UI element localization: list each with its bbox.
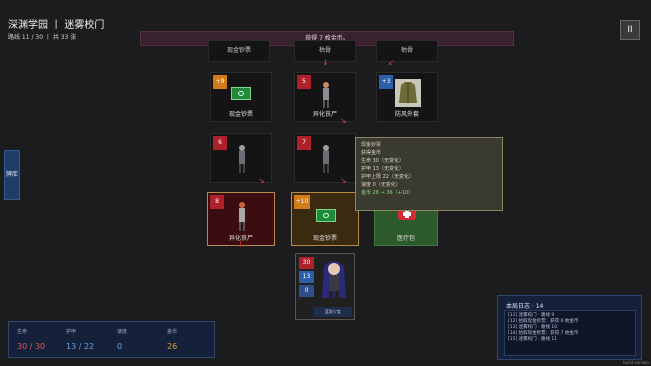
card-windbreaker-badge: +3 <box>379 75 393 89</box>
jacket-icon <box>395 79 421 107</box>
card-cash-selected-badge: +10 <box>294 195 310 209</box>
cash-icon <box>316 209 336 222</box>
card-cash-badge: +9 <box>213 75 227 89</box>
card-medkit-label: 医疗包 <box>396 235 415 242</box>
card-mutant-zombie-badge: 5 <box>297 75 311 89</box>
run-log-panel: 本局日志 · 14 [11] 迷雾校门 · 路线 9 [12] 拾取现金钞票：获… <box>497 295 642 360</box>
card-cash-label: 现金钞票 <box>228 111 253 118</box>
route-progress: 路线 11 / 30 丨 共 33 张 <box>8 34 77 41</box>
pause-button[interactable]: II <box>620 20 640 40</box>
player-armor-badge: 13 <box>299 271 314 283</box>
card-mutant-zombie[interactable]: 5 异化丧尸 <box>294 72 356 122</box>
stats-panel: 生命 护甲 速度 金币 30 / 30 13 / 22 0 26 <box>8 321 215 358</box>
player-speed-badge: 0 <box>299 285 314 297</box>
path-arrow-down-icon: ↓ <box>322 58 329 67</box>
log-line: [15] 迷雾校门 · 路线 11 <box>508 337 558 342</box>
tooltip-line: 金币 26 → 36（+10） <box>361 190 414 196</box>
path-arrow-diag-icon: ↙ <box>388 58 395 67</box>
card-zombie-2-badge: 7 <box>297 136 311 150</box>
deck-tab[interactable]: 牌库 <box>4 150 20 200</box>
zombie-icon <box>323 145 329 173</box>
cash-icon <box>231 87 251 100</box>
path-arrow-right-icon: ↘ <box>340 116 347 125</box>
stat-value-gold: 26 <box>167 342 178 351</box>
run-log-list[interactable]: [11] 迷雾校门 · 路线 9 [12] 拾取现金钞票：获得 6 枚金币 [1… <box>504 310 636 356</box>
card-top-cash-label: 现金钞票 <box>226 47 251 54</box>
tooltip-line: 生命 30（无变化） <box>361 158 404 164</box>
zombie-icon <box>323 82 329 108</box>
tooltip-line: 获得金币 <box>361 150 382 156</box>
card-zombie-1-badge: 6 <box>213 136 227 150</box>
card-top-bone-1-label: 枯骨 <box>318 47 331 54</box>
tooltip-line: 护甲 13（无变化） <box>361 166 404 172</box>
card-top-bone-2-label: 枯骨 <box>400 47 413 54</box>
tooltip-line: 护甲上限 22（无变化） <box>361 174 414 180</box>
card-windbreaker[interactable]: +3 防风外套 <box>376 72 438 122</box>
card-cash-selected-label: 现金钞票 <box>312 235 337 242</box>
card-windbreaker-label: 防风外套 <box>394 111 419 118</box>
player-hp-badge: 30 <box>299 257 314 269</box>
card-cash[interactable]: +9 现金钞票 <box>210 72 272 122</box>
card-mutant-zombie-selected-badge: 8 <box>210 195 224 209</box>
path-arrow-diag-icon: ↘ <box>340 176 347 185</box>
zombie-icon <box>239 145 245 173</box>
stat-label-armor: 护甲 <box>66 329 77 335</box>
stat-value-hp: 30 / 30 <box>17 342 46 351</box>
build-version-text: build version <box>623 360 649 365</box>
zombie-icon <box>239 202 245 231</box>
player-name-plate: 蓝发少女 <box>314 307 352 317</box>
stat-label-gold: 金币 <box>167 329 178 335</box>
card-mutant-zombie-selected[interactable]: 8 异化丧尸 <box>207 192 275 246</box>
game-title: 深渊学园 丨 迷雾校门 <box>8 20 105 31</box>
tooltip-line: 现金钞票 <box>361 142 382 148</box>
stat-label-hp: 生命 <box>17 329 28 335</box>
stat-value-armor: 13 / 22 <box>66 342 95 351</box>
stat-label-speed: 速度 <box>117 329 128 335</box>
card-tooltip: 现金钞票 获得金币 生命 30（无变化） 护甲 13（无变化） 护甲上限 22（… <box>355 137 503 211</box>
run-log-title: 本局日志 · 14 <box>506 303 544 310</box>
player-card[interactable]: 30 13 0 蓝发少女 <box>295 253 355 320</box>
card-cash-selected[interactable]: +10 现金钞票 <box>291 192 359 246</box>
player-character-icon <box>322 261 346 303</box>
stat-value-speed: 0 <box>117 342 123 351</box>
path-arrow-down-icon: ↓ <box>237 240 244 249</box>
tooltip-line: 速度 0（无变化） <box>361 182 401 188</box>
path-arrow-diag-icon: ↘ <box>258 176 265 185</box>
